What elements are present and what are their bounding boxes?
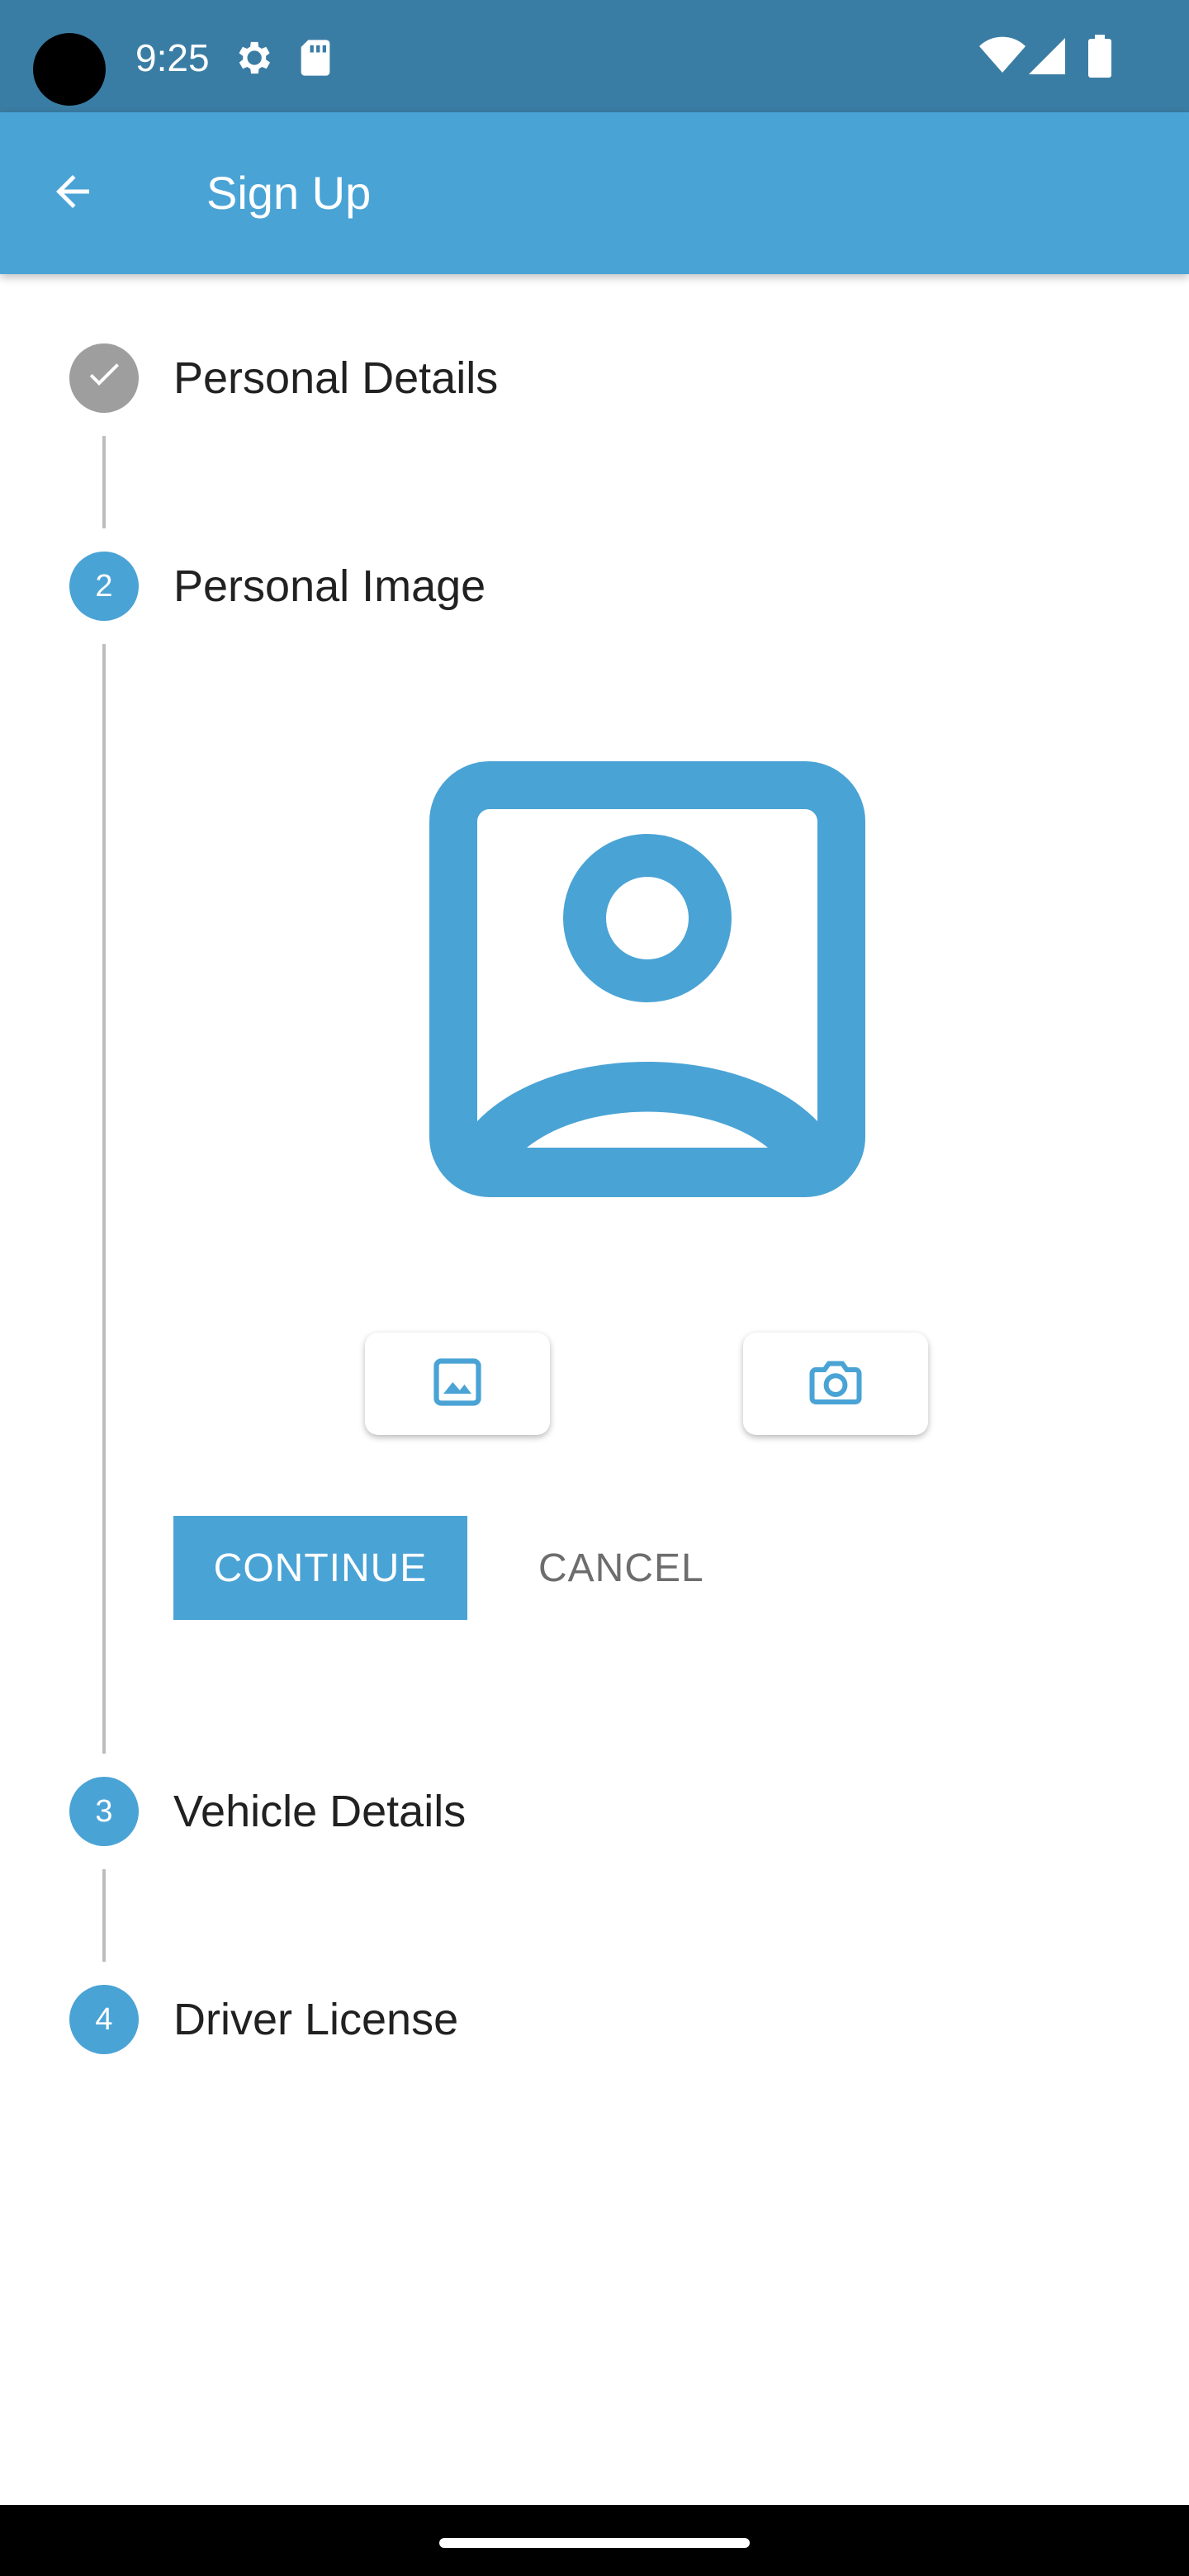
page-title: Sign Up (206, 167, 372, 219)
camera-button[interactable] (743, 1333, 928, 1435)
cancel-button[interactable]: CANCEL (520, 1516, 722, 1620)
step-title: Personal Details (173, 353, 499, 403)
step-title: Driver License (173, 1995, 459, 2044)
step-number-badge: 2 (69, 552, 139, 621)
step-number: 2 (95, 568, 113, 604)
step-connector (102, 436, 106, 528)
camera-icon (806, 1352, 865, 1416)
gallery-icon (429, 1354, 486, 1414)
status-bar: 9:25 (0, 0, 1189, 112)
step-number: 3 (95, 1793, 113, 1829)
gallery-button[interactable] (365, 1333, 550, 1435)
portrait-placeholder-icon[interactable] (429, 761, 865, 1201)
home-gesture-handle[interactable] (439, 2538, 750, 2548)
step-connector (102, 644, 106, 1754)
check-icon (84, 354, 124, 402)
battery-icon (1088, 35, 1111, 82)
wifi-icon (979, 36, 1026, 80)
continue-button[interactable]: CONTINUE (173, 1516, 467, 1620)
step-title: Personal Image (173, 561, 486, 611)
back-button[interactable] (33, 154, 112, 233)
step-completed-indicator (69, 343, 139, 413)
step-number-badge: 3 (69, 1777, 139, 1846)
step-title: Vehicle Details (173, 1787, 467, 1836)
arrow-back-icon (48, 167, 97, 220)
step-number-badge: 4 (69, 1985, 139, 2054)
system-navigation-bar (0, 2505, 1189, 2576)
cellular-signal-icon (1029, 36, 1068, 80)
front-camera-cutout (33, 33, 106, 106)
sd-card-icon (297, 36, 334, 83)
step-connector (102, 1869, 106, 1962)
step-number: 4 (95, 2001, 113, 2037)
status-time: 9:25 (135, 36, 210, 79)
app-bar: Sign Up (0, 112, 1189, 274)
settings-icon (231, 36, 274, 83)
